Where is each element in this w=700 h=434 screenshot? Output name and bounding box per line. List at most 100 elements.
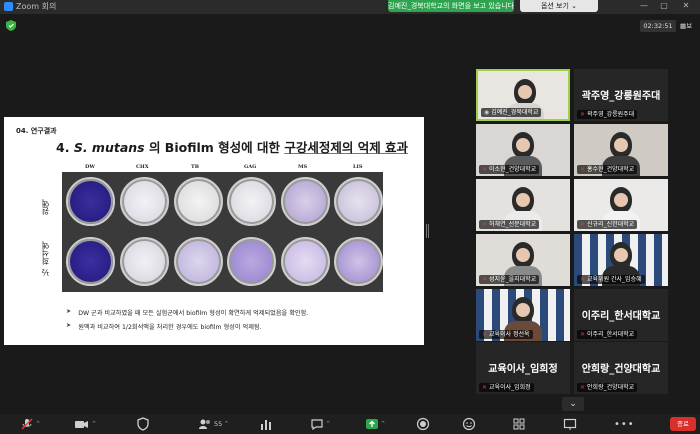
bullet-text: 원액과 비교하여 1/2희석액을 처리한 경우에도 biofilm 형성이 억제… [78, 324, 262, 331]
participant-tile[interactable]: ✕ 교육이사 정선옥 [476, 289, 570, 341]
participant-name-label: ✕ 곽주영_강릉원주대 [577, 110, 638, 119]
participant-tile[interactable]: ✕ 홍수현_건양대학교 [574, 124, 668, 176]
participant-tile[interactable]: ✕ 이소현_건양대학교 [476, 124, 570, 176]
caret-up-icon[interactable]: ^ [36, 421, 40, 427]
share-screen-button[interactable]: ^ [365, 417, 385, 431]
bullet-item: ➤ 원액과 비교하여 1/2희석액을 처리한 경우에도 biofilm 형성이 억… [66, 322, 308, 331]
participant-name: 성지윤_을지대학교 [489, 276, 537, 283]
participants-icon [199, 419, 210, 429]
participant-tile[interactable]: 안희랑_건양대학교 ✕ 안희랑_건양대학교 [574, 342, 668, 394]
zoom-logo-icon [4, 2, 13, 11]
muted-mic-icon: ✕ [580, 384, 586, 391]
participant-name: 김예진_경북대학교 [491, 109, 539, 116]
bar-chart-icon [261, 420, 271, 430]
participant-tile[interactable]: ✕ 신규리_신한대학교 [574, 179, 668, 231]
muted-mic-icon: ✕ [482, 166, 488, 173]
view-label: 보 [686, 22, 693, 30]
title-species: S. mutans [73, 140, 145, 155]
participant-tile[interactable]: 이주리_한서대학교 ✕ 이주리_한서대학교 [574, 289, 668, 341]
encryption-shield-icon[interactable] [6, 20, 16, 31]
participant-name-label: ✕ 교육이사 정선옥 [479, 330, 533, 339]
participant-big-name: 곽주영_강릉원주대 [581, 91, 661, 102]
participant-name-label: ✕ 신규리_신한대학교 [577, 220, 638, 229]
plate-tb-stock [174, 177, 223, 226]
app-title-text: Zoom 회의 [16, 2, 57, 11]
more-button[interactable]: ••• [614, 417, 635, 431]
participant-name: 교육이사 정선옥 [489, 331, 530, 338]
plate-lis-diluted [334, 237, 383, 286]
view-options-button[interactable]: 옵션 보기 ⌄ [520, 0, 598, 12]
participant-name: 이주리_한서대학교 [587, 331, 635, 338]
shared-slide: 04. 연구결과 4. S. mutans 의 Biofilm 형성에 대한 구… [4, 117, 424, 345]
whiteboard-icon [563, 418, 577, 430]
participant-tile[interactable]: ◉ 김예진_경북대학교 [476, 69, 570, 121]
plate-dw-stock [66, 177, 115, 226]
reactions-button[interactable] [462, 417, 476, 431]
participant-face [614, 248, 628, 262]
speaker-icon: ◉ [484, 109, 490, 116]
participants-button[interactable]: 55 ^ [198, 417, 228, 431]
participant-face [518, 85, 532, 99]
caret-up-icon[interactable]: ^ [224, 421, 228, 427]
plate-lis-stock [334, 177, 383, 226]
chat-bubble-icon [311, 419, 323, 431]
participant-count: 55 [214, 420, 223, 428]
participant-name-label: ✕ 홍수현_건양대학교 [577, 165, 638, 174]
caret-up-icon[interactable]: ^ [92, 421, 96, 427]
slide-section-label: 04. 연구결과 [16, 127, 57, 135]
participant-name-label: ◉ 김예진_경북대학교 [481, 108, 542, 117]
app-title: Zoom 회의 [4, 1, 56, 12]
muted-mic-icon [21, 418, 33, 430]
gallery-scroll-down-button[interactable]: ⌄ [562, 397, 584, 411]
view-button[interactable]: ▦보 [680, 20, 700, 32]
participant-name: 허채연_선문대학교 [489, 221, 537, 228]
row-label-diluted: ½ 희석액 [41, 241, 50, 277]
title-prefix: 4. [56, 140, 70, 155]
participant-name: 신규리_신한대학교 [587, 221, 635, 228]
title-middle: 의 Biofilm 형성에 대한 [148, 140, 280, 155]
caret-up-icon[interactable]: ^ [381, 421, 385, 427]
participant-name-label: ✕ 이소현_건양대학교 [479, 165, 540, 174]
participant-big-name: 교육이사_임희정 [488, 364, 558, 375]
whiteboard-button[interactable] [563, 417, 577, 431]
participant-name: 교육이사_임희정 [489, 384, 531, 391]
title-bar: Zoom 회의 김예진_경북대학교의 화면을 보고 있습니다 옵션 보기 ⌄ —… [0, 0, 700, 14]
muted-mic-icon: ✕ [580, 111, 586, 118]
biofilm-plate-photo [62, 172, 383, 292]
video-button[interactable]: ^ [74, 417, 96, 431]
share-screen-icon [366, 419, 378, 429]
polls-button[interactable] [260, 417, 272, 431]
participant-tile[interactable]: ✕ 허채연_선문대학교 [476, 179, 570, 231]
column-label-chx: CHX [136, 164, 149, 170]
column-label-dw: DW [85, 164, 95, 170]
participant-big-name: 이주리_한서대학교 [581, 311, 661, 322]
mute-button[interactable]: ^ [20, 417, 40, 431]
participant-name-label: ✕ 교육위원 간사_임승혜 [577, 275, 645, 284]
record-button[interactable] [416, 417, 430, 431]
close-button[interactable]: ✕ [678, 0, 694, 12]
bullet-item: ➤ DW 군과 비교하였을 때 모든 실험군에서 biofilm 형성이 확연하게… [66, 308, 308, 317]
maximize-button[interactable]: ▢ [656, 0, 672, 12]
participant-tile[interactable]: 교육이사_임희정 ✕ 교육이사_임희정 [476, 342, 570, 394]
participant-face [516, 193, 530, 207]
security-button[interactable] [137, 417, 149, 431]
muted-mic-icon: ✕ [482, 384, 488, 391]
plate-ms-stock [281, 177, 330, 226]
participant-tile[interactable]: ✕ 교육위원 간사_임승혜 [574, 234, 668, 286]
chat-button[interactable]: ^ [310, 417, 330, 431]
participant-tile[interactable]: ✕ 성지윤_을지대학교 [476, 234, 570, 286]
slide-title: 4. S. mutans 의 Biofilm 형성에 대한 구강세정제의 억제 … [56, 137, 408, 156]
participant-face [614, 138, 628, 152]
minimize-button[interactable]: — [636, 0, 652, 12]
panel-splitter-handle[interactable] [426, 224, 429, 238]
participant-name-label: ✕ 성지윤_을지대학교 [479, 275, 540, 284]
participant-face [516, 248, 530, 262]
apps-button[interactable] [512, 417, 526, 431]
muted-mic-icon: ✕ [580, 276, 586, 283]
participant-tile[interactable]: 곽주영_강릉원주대 ✕ 곽주영_강릉원주대 [574, 69, 668, 121]
end-meeting-button[interactable]: 종료 [670, 417, 696, 431]
caret-up-icon[interactable]: ^ [326, 421, 330, 427]
plate-dw-diluted [66, 237, 115, 286]
meeting-timer: 02:32:51 [640, 20, 676, 32]
smiley-icon [462, 417, 476, 431]
